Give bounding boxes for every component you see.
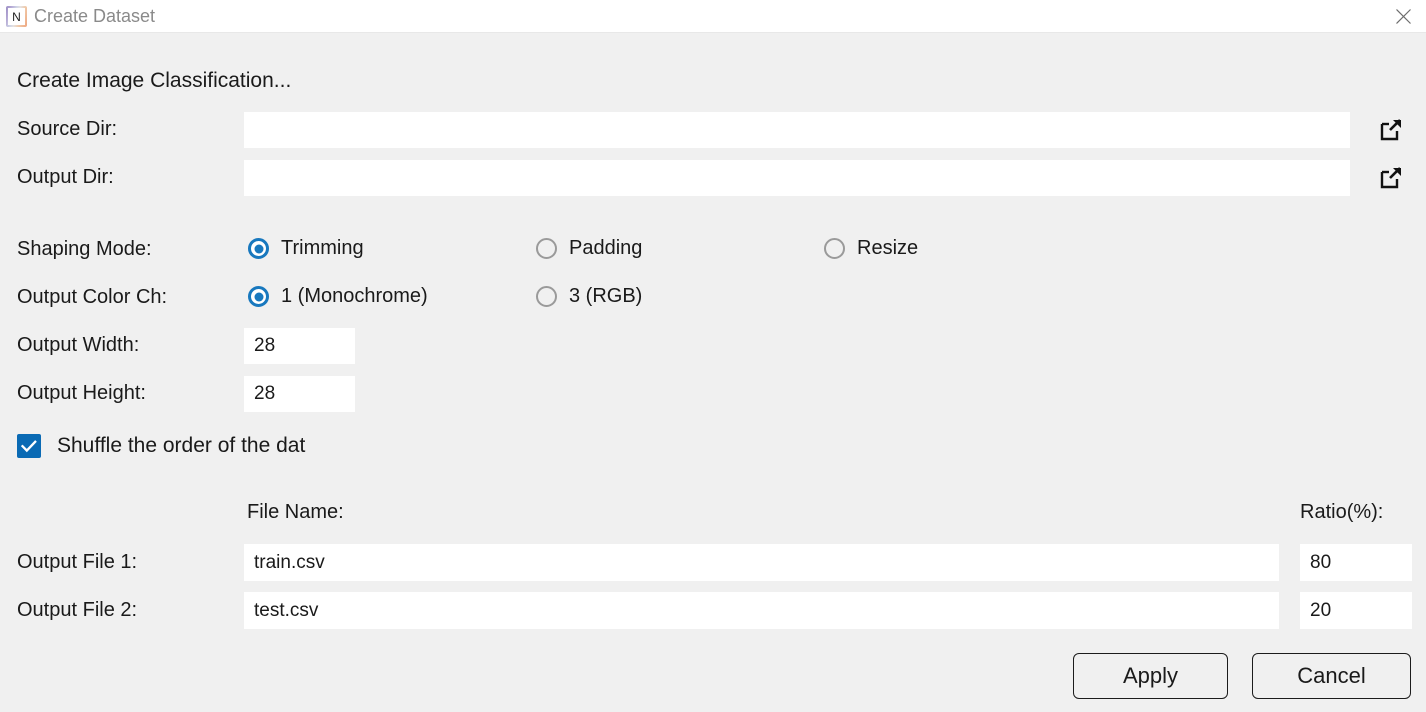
radio-label: 1 (Monochrome) xyxy=(281,285,428,307)
output-height-label: Output Height: xyxy=(17,382,146,404)
output-dir-input[interactable] xyxy=(244,160,1350,196)
app-icon-letter: N xyxy=(8,8,25,25)
window-title: Create Dataset xyxy=(34,6,156,26)
radio-label: 3 (RGB) xyxy=(569,285,643,307)
shaping-mode-label: Shaping Mode: xyxy=(17,238,152,260)
dialog-body: Create Image Classification... Source Di… xyxy=(0,33,1426,712)
check-icon xyxy=(21,439,37,452)
shuffle-label: Shuffle the order of the dat xyxy=(57,434,306,457)
radio-color-rgb[interactable]: 3 (RGB) xyxy=(536,285,642,308)
output-file-2-ratio-input[interactable] xyxy=(1300,592,1412,629)
output-file-1-ratio-input[interactable] xyxy=(1300,544,1412,581)
output-file-1-label: Output File 1: xyxy=(17,551,138,573)
radio-unselected-icon xyxy=(536,238,557,259)
radio-label: Padding xyxy=(569,237,643,259)
output-dir-label: Output Dir: xyxy=(17,166,114,188)
open-external-icon xyxy=(1380,118,1401,140)
output-color-ch-label: Output Color Ch: xyxy=(17,286,168,308)
radio-shaping-padding[interactable]: Padding xyxy=(536,237,642,260)
output-width-label: Output Width: xyxy=(17,334,140,356)
file-name-header: File Name: xyxy=(247,501,344,523)
output-height-input[interactable] xyxy=(244,376,355,412)
open-external-icon xyxy=(1380,166,1401,188)
radio-unselected-icon xyxy=(824,238,845,259)
source-dir-browse-button[interactable] xyxy=(1377,115,1405,143)
radio-label: Resize xyxy=(857,237,919,259)
cancel-button[interactable]: Cancel xyxy=(1252,653,1411,699)
checkbox-checked-icon xyxy=(17,434,41,458)
page-title: Create Image Classification... xyxy=(17,69,292,92)
ratio-header: Ratio(%): xyxy=(1300,501,1384,523)
radio-selected-icon xyxy=(248,286,269,307)
source-dir-input[interactable] xyxy=(244,112,1350,148)
source-dir-label: Source Dir: xyxy=(17,118,118,140)
apply-button[interactable]: Apply xyxy=(1073,653,1228,699)
title-bar: N Create Dataset xyxy=(0,0,1426,33)
output-file-1-name-input[interactable] xyxy=(244,544,1279,581)
output-dir-browse-button[interactable] xyxy=(1377,163,1405,191)
close-icon xyxy=(1395,9,1411,24)
radio-label: Trimming xyxy=(281,237,364,259)
shuffle-checkbox[interactable]: Shuffle the order of the dat xyxy=(17,434,305,458)
output-width-input[interactable] xyxy=(244,328,355,364)
app-icon: N xyxy=(6,6,27,27)
output-file-2-label: Output File 2: xyxy=(17,599,138,621)
output-file-2-name-input[interactable] xyxy=(244,592,1279,629)
radio-shaping-trimming[interactable]: Trimming xyxy=(248,237,364,260)
radio-selected-icon xyxy=(248,238,269,259)
radio-color-monochrome[interactable]: 1 (Monochrome) xyxy=(248,285,428,308)
radio-shaping-resize[interactable]: Resize xyxy=(824,237,918,260)
radio-unselected-icon xyxy=(536,286,557,307)
close-button[interactable] xyxy=(1380,0,1426,33)
